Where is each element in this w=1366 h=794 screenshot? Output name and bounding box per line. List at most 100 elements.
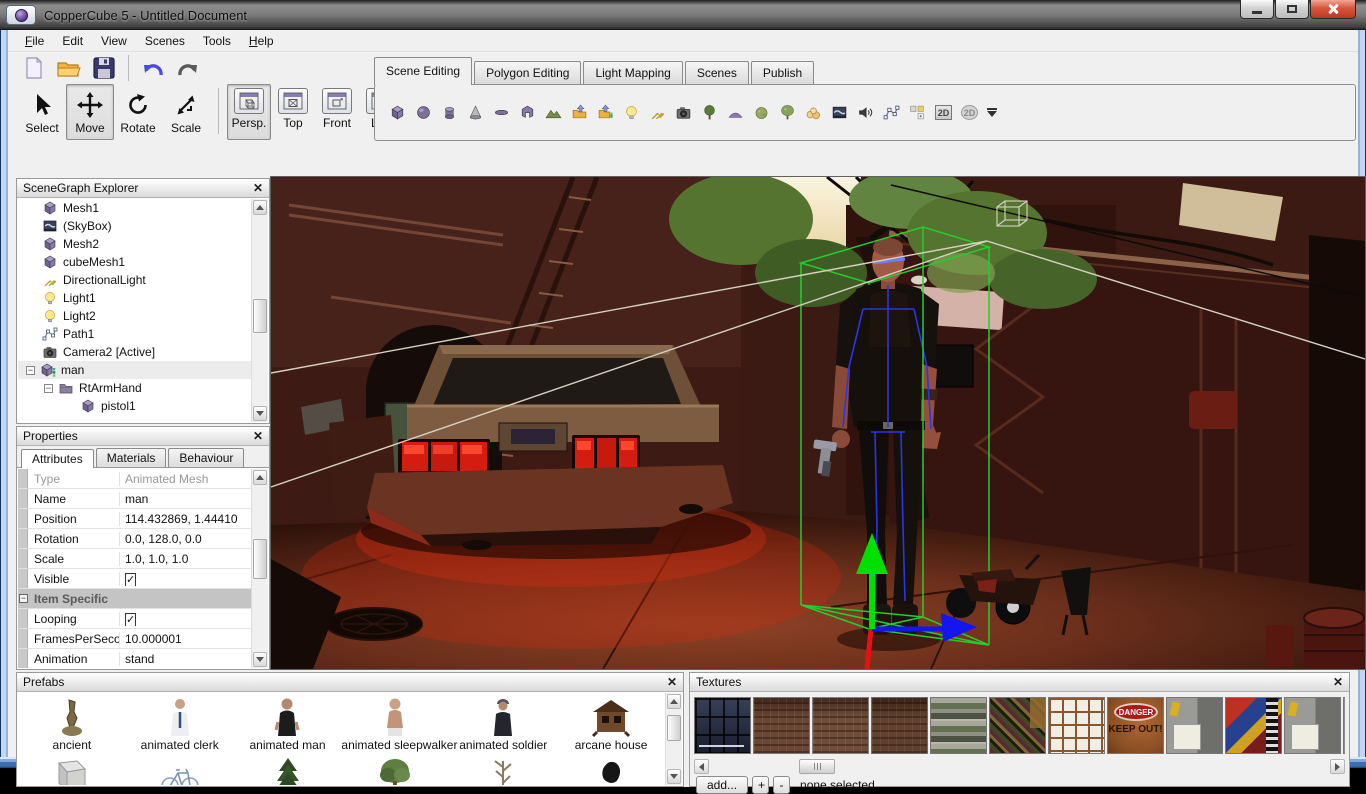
menu-view[interactable]: View <box>92 32 136 50</box>
scenegraph-item-mesh2[interactable]: Mesh2 <box>18 235 251 253</box>
textures-close-icon[interactable]: ✕ <box>1333 676 1343 688</box>
insert-2d-overlay-icon[interactable]: 2D <box>935 105 952 120</box>
tab-light-mapping[interactable]: Light Mapping <box>583 61 682 85</box>
tab-polygon-editing[interactable]: Polygon Editing <box>474 61 581 85</box>
scenegraph-item-light2[interactable]: Light2 <box>18 307 251 325</box>
close-button[interactable] <box>1310 0 1356 19</box>
scroll-thumb[interactable] <box>667 715 681 741</box>
menu-tools[interactable]: Tools <box>194 32 240 50</box>
insert-skybox-icon[interactable] <box>831 104 848 121</box>
collapse-icon[interactable]: − <box>26 366 35 375</box>
view-top-button[interactable]: Top <box>271 84 315 140</box>
insert-path-icon[interactable] <box>883 104 900 121</box>
collapse-icon[interactable]: − <box>19 594 28 603</box>
texture-metal-siding[interactable] <box>930 697 987 754</box>
tool-rotate-button[interactable]: Rotate <box>114 84 162 140</box>
texture-poster-collage[interactable] <box>1225 697 1282 754</box>
scroll-thumb[interactable] <box>253 299 267 333</box>
texture-camo-noise[interactable] <box>989 697 1046 754</box>
texture-machine-panel[interactable] <box>1343 697 1345 754</box>
properties-scrollbar[interactable] <box>251 469 268 668</box>
looping-checkbox[interactable]: ✓ <box>125 613 136 626</box>
insert-cone-icon[interactable] <box>467 104 484 121</box>
tab-behaviour[interactable]: Behaviour <box>168 448 244 467</box>
zoom-in-button[interactable]: + <box>752 776 769 794</box>
insert-stones-icon[interactable] <box>805 104 822 121</box>
scroll-up-icon[interactable] <box>253 470 267 485</box>
prefabs-close-icon[interactable]: ✕ <box>667 676 677 688</box>
prefab-animated-soldier[interactable]: animated soldier <box>449 693 557 752</box>
insert-terrain-icon[interactable] <box>545 104 562 121</box>
scroll-down-icon[interactable] <box>253 406 267 421</box>
scroll-left-icon[interactable] <box>694 759 709 774</box>
view-front-button[interactable]: Front <box>315 84 359 140</box>
menu-help[interactable]: Help <box>240 32 283 50</box>
insert-cylinder-icon[interactable] <box>441 104 458 121</box>
open-button[interactable] <box>55 54 83 82</box>
prefab-billboard-tree-1[interactable]: billboard tree 1 <box>234 752 342 785</box>
insert-bush-icon[interactable] <box>753 104 770 121</box>
scenegraph-item-camera2[interactable]: Camera2 [Active] <box>18 343 251 361</box>
tab-publish[interactable]: Publish <box>751 61 814 85</box>
property-group-item-specific[interactable]: − Item Specific <box>18 589 251 609</box>
more-tools-dropdown-icon[interactable] <box>987 111 997 122</box>
insert-sound-icon[interactable] <box>857 104 874 121</box>
import-mesh-icon[interactable] <box>571 104 588 121</box>
scroll-right-icon[interactable] <box>1330 759 1345 774</box>
tool-move-button[interactable]: Move <box>66 84 114 140</box>
tool-select-button[interactable]: Select <box>18 84 66 140</box>
add-texture-button[interactable]: add... <box>696 776 748 794</box>
import-animated-mesh-icon[interactable] <box>597 104 614 121</box>
insert-plane-icon[interactable] <box>493 104 510 121</box>
scroll-thumb[interactable] <box>253 539 267 579</box>
scroll-up-icon[interactable] <box>253 200 267 215</box>
texture-metal-panel-2[interactable] <box>1284 697 1341 754</box>
undo-button[interactable] <box>139 54 167 82</box>
viewport-3d[interactable] <box>270 176 1366 670</box>
view-persp-button[interactable]: Persp. <box>227 84 271 140</box>
scenegraph-item-directionallight[interactable]: DirectionalLight <box>18 271 251 289</box>
scroll-down-icon[interactable] <box>253 652 267 667</box>
scenegraph-item-path1[interactable]: Path1 <box>18 325 251 343</box>
insert-sphere-icon[interactable] <box>415 104 432 121</box>
insert-tree-icon[interactable] <box>701 104 718 121</box>
minimize-button[interactable] <box>1240 0 1274 19</box>
prefabs-scrollbar[interactable] <box>665 693 682 785</box>
menu-scenes[interactable]: Scenes <box>136 32 194 50</box>
texture-brick-wall-2[interactable] <box>812 697 869 754</box>
scenegraph-item-man[interactable]: − man <box>18 361 251 379</box>
prefab-animated-clerk[interactable]: animated clerk <box>126 693 234 752</box>
insert-room-icon[interactable] <box>519 104 536 121</box>
insert-hill-icon[interactable] <box>727 104 744 121</box>
zoom-out-button[interactable]: - <box>773 776 790 794</box>
scenegraph-item-pistol1[interactable]: pistol1 <box>18 397 251 415</box>
texture-metal-panel-1[interactable] <box>1166 697 1223 754</box>
tab-materials[interactable]: Materials <box>96 448 167 467</box>
insert-camera-icon[interactable] <box>675 104 692 121</box>
maximize-button[interactable] <box>1275 0 1309 19</box>
scroll-up-icon[interactable] <box>667 694 681 709</box>
texture-danger-sign[interactable]: DANGER KEEP OUT! <box>1107 697 1164 754</box>
scenegraph-item-cubemesh1[interactable]: cubeMesh1 <box>18 253 251 271</box>
prefab-chair[interactable]: chair <box>18 752 126 785</box>
prefab-billboard-tree-3[interactable]: billboard tree 3 <box>449 752 557 785</box>
scenegraph-item-rtarmhand[interactable]: − RtArmHand <box>18 379 251 397</box>
properties-close-icon[interactable]: ✕ <box>253 430 263 442</box>
prefab-animated-sleepwalker[interactable]: animated sleepwalker <box>341 693 449 752</box>
prefab-black-tree[interactable]: black tree <box>557 752 665 785</box>
tool-scale-button[interactable]: Scale <box>162 84 210 140</box>
visible-checkbox[interactable]: ✓ <box>125 573 136 586</box>
prefab-ancient[interactable]: ancient <box>18 693 126 752</box>
texture-dark-door[interactable] <box>694 697 751 754</box>
texture-brick-wall-1[interactable] <box>753 697 810 754</box>
insert-overlay-icon[interactable] <box>909 104 926 121</box>
texture-brick-wall-3[interactable] <box>871 697 928 754</box>
scroll-thumb[interactable] <box>799 759 835 774</box>
app-icon-pill[interactable] <box>6 5 36 25</box>
insert-cube-icon[interactable] <box>389 104 406 121</box>
scenegraph-item-mesh1[interactable]: Mesh1 <box>18 199 251 217</box>
insert-directional-light-icon[interactable] <box>649 104 666 121</box>
texture-window-grid[interactable] <box>1048 697 1105 754</box>
prefab-animated-man[interactable]: animated man <box>234 693 342 752</box>
scenegraph-scrollbar[interactable] <box>251 199 268 422</box>
